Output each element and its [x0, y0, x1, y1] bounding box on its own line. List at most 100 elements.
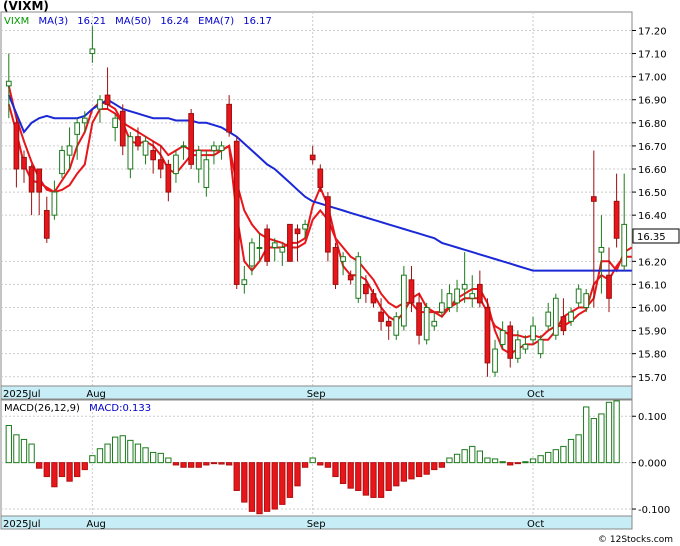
macd-bar — [112, 436, 119, 464]
candle-body — [408, 279, 415, 304]
macd-bar — [324, 462, 332, 468]
macd-tick-label: 0.000 — [638, 459, 667, 470]
macd-bar — [157, 452, 164, 464]
macd-bar — [225, 462, 233, 466]
price-tick-label: 16.10 — [638, 280, 667, 291]
legend-ma3-label: MA(3) — [38, 16, 68, 27]
candle-body — [195, 150, 202, 170]
macd-bar — [256, 462, 263, 515]
candle-body — [469, 293, 476, 299]
candle-body — [211, 145, 217, 152]
candle-body — [363, 283, 369, 295]
candle-body — [28, 166, 35, 193]
macd-bar — [355, 462, 362, 491]
date-label: Aug — [86, 519, 106, 530]
macd-bar — [438, 462, 446, 468]
price-tick-label: 16.50 — [638, 188, 667, 199]
last-price-label: 16.35 — [637, 232, 666, 243]
macd-bar — [613, 400, 620, 464]
macd-bar — [476, 450, 484, 464]
candle-body — [135, 136, 141, 147]
macd-bar — [332, 462, 339, 478]
candle-body — [416, 302, 422, 336]
candle-body — [370, 293, 377, 304]
date-axis-bottom: 2025Jul Aug Sep Oct — [0, 515, 633, 530]
date-label: Aug — [86, 389, 106, 400]
date-label: 2025Jul — [3, 389, 41, 400]
macd-bar — [545, 451, 552, 464]
candle-body — [294, 228, 301, 235]
macd-bar — [385, 462, 392, 491]
price-tick-label: 16.00 — [638, 304, 667, 315]
macd-bar — [96, 448, 104, 464]
candle-body — [583, 293, 590, 309]
date-axis-top: 2025Jul Aug Sep Oct — [0, 385, 633, 400]
price-tick-label: 15.80 — [638, 350, 667, 361]
candle-body — [317, 168, 324, 188]
candle-body — [59, 150, 65, 175]
candle-body — [606, 274, 612, 299]
candle-body — [439, 302, 445, 313]
candle-body — [522, 343, 529, 350]
macd-bar — [583, 406, 590, 464]
legend-vixm: VIXM — [4, 16, 29, 27]
candle-body — [157, 159, 164, 170]
candle-body — [271, 242, 278, 248]
candle-body — [621, 223, 628, 267]
price-tick-label: 16.70 — [638, 142, 667, 153]
candle-body — [560, 316, 567, 332]
macd-bar — [370, 462, 377, 498]
macd-bar — [51, 462, 58, 488]
candle-body — [332, 246, 339, 285]
macd-tick-label: -0.100 — [638, 505, 670, 516]
svg-text:© 12Stocks.com: © 12Stocks.com — [598, 535, 673, 545]
price-tick-label: 16.60 — [638, 165, 667, 176]
macd-bar — [233, 462, 240, 491]
candle-body — [309, 154, 316, 161]
candle-body — [43, 210, 50, 239]
macd-bar — [301, 462, 309, 468]
macd-bar — [415, 462, 423, 478]
candle-body — [613, 200, 620, 239]
candle-body — [97, 99, 103, 110]
date-label: 2025Jul — [3, 519, 41, 530]
candle-body — [104, 94, 111, 105]
candle-body — [36, 168, 43, 193]
candle-body — [484, 307, 491, 364]
macd-plot-area — [0, 399, 633, 517]
macd-bar — [74, 462, 81, 478]
candle-body — [537, 339, 544, 355]
svg-text:VIXM MA(3) 16.21: VIXM MA(3) 16.21 MA(50) 16.24 EMA(7) 16.… — [4, 16, 272, 27]
price-tick-label: 16.20 — [638, 257, 667, 268]
macd-bar — [522, 461, 529, 464]
macd-bar — [58, 462, 66, 478]
price-tick-label: 17.00 — [638, 73, 667, 84]
candle-body — [347, 274, 354, 281]
legend-ma50-label: MA(50) — [115, 16, 151, 27]
macd-bar — [134, 443, 142, 464]
candle-body — [81, 117, 88, 124]
macd-bar — [362, 462, 370, 496]
macd-bar — [218, 462, 225, 465]
candle-body — [530, 325, 536, 341]
candle-body — [552, 297, 559, 336]
candle-body — [454, 288, 460, 304]
candle-body — [165, 163, 172, 193]
macd-bar — [5, 425, 12, 464]
macd-bar — [605, 401, 613, 464]
macd-bar — [453, 453, 461, 464]
legend-ma3-value: 16.21 — [77, 16, 106, 27]
macd-bar — [43, 462, 50, 478]
legend-ma50-value: 16.24 — [160, 16, 189, 27]
candle-body — [446, 293, 453, 309]
macd-bar — [13, 434, 20, 464]
macd-tick-label: 0.100 — [638, 412, 667, 423]
candle-body — [256, 246, 263, 249]
macd-bar — [560, 445, 567, 464]
legend-ema7-label: EMA(7) — [198, 16, 234, 27]
candle-body — [150, 150, 157, 161]
macd-bar — [400, 462, 408, 482]
candle-body — [226, 103, 232, 133]
candle-body — [598, 246, 605, 253]
macd-bar — [187, 462, 195, 468]
